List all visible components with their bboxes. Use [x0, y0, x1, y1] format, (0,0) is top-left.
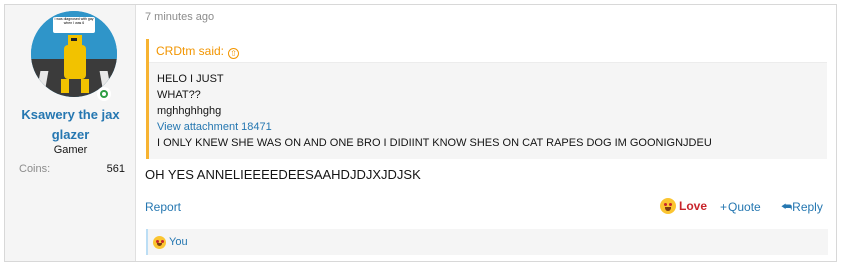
- avatar[interactable]: I was diagnosed with gay when I was 6: [31, 11, 117, 97]
- quote-line: WHAT??: [157, 89, 201, 101]
- reactions-users[interactable]: You: [169, 236, 188, 248]
- quote-block: CRDtm said: ⇧ HELO I JUST WHAT?? mghhghhg…: [146, 39, 827, 159]
- quote-label: Quote: [728, 200, 761, 214]
- love-emoji-icon: [153, 236, 166, 249]
- quote-header[interactable]: CRDtm said: ⇧: [149, 39, 827, 63]
- user-info-panel: I was diagnosed with gay when I was 6 Ks…: [5, 5, 136, 261]
- coins-value: 561: [106, 163, 125, 175]
- reactions-bar[interactable]: You: [146, 229, 828, 255]
- quote-line: I ONLY KNEW SHE WAS ON AND ONE BRO I DID…: [157, 137, 712, 149]
- arrow-up-icon[interactable]: ⇧: [228, 48, 240, 59]
- report-button[interactable]: Report: [145, 200, 181, 214]
- quote-button[interactable]: + Quote: [720, 200, 761, 214]
- reply-label: Reply: [792, 200, 823, 214]
- message-post: I was diagnosed with gay when I was 6 Ks…: [4, 4, 837, 262]
- avatar-caption: I was diagnosed with gay when I was 6: [54, 17, 94, 25]
- love-emoji-icon: [660, 198, 676, 214]
- reply-icon: ⮪: [781, 200, 793, 214]
- quote-line: mghhghhghg: [157, 105, 222, 117]
- coins-label: Coins:: [19, 163, 51, 175]
- reply-button[interactable]: ⮪Reply: [781, 200, 823, 215]
- post-body: OH YES ANNELIEEEEDEESAAHDJDJXJDJSK: [145, 167, 421, 182]
- love-label: Love: [679, 199, 708, 213]
- user-title: Gamer: [53, 144, 88, 156]
- quote-author[interactable]: CRDtm said:: [156, 44, 224, 58]
- quote-line: HELO I JUST: [157, 73, 224, 85]
- attachment-link[interactable]: View attachment 18471: [157, 119, 827, 135]
- post-actions: Report Love + Quote ⮪Reply: [145, 198, 828, 218]
- post-content: 7 minutes ago CRDtm said: ⇧ HELO I JUST W…: [136, 5, 836, 261]
- post-timestamp[interactable]: 7 minutes ago: [145, 11, 214, 23]
- quote-body: HELO I JUST WHAT?? mghhghhghg View attac…: [149, 63, 827, 151]
- love-reaction-button[interactable]: Love: [660, 198, 707, 214]
- username-link[interactable]: Ksawery the jax glazer: [5, 105, 136, 145]
- plus-icon: +: [720, 200, 728, 214]
- online-status-icon: [97, 87, 111, 101]
